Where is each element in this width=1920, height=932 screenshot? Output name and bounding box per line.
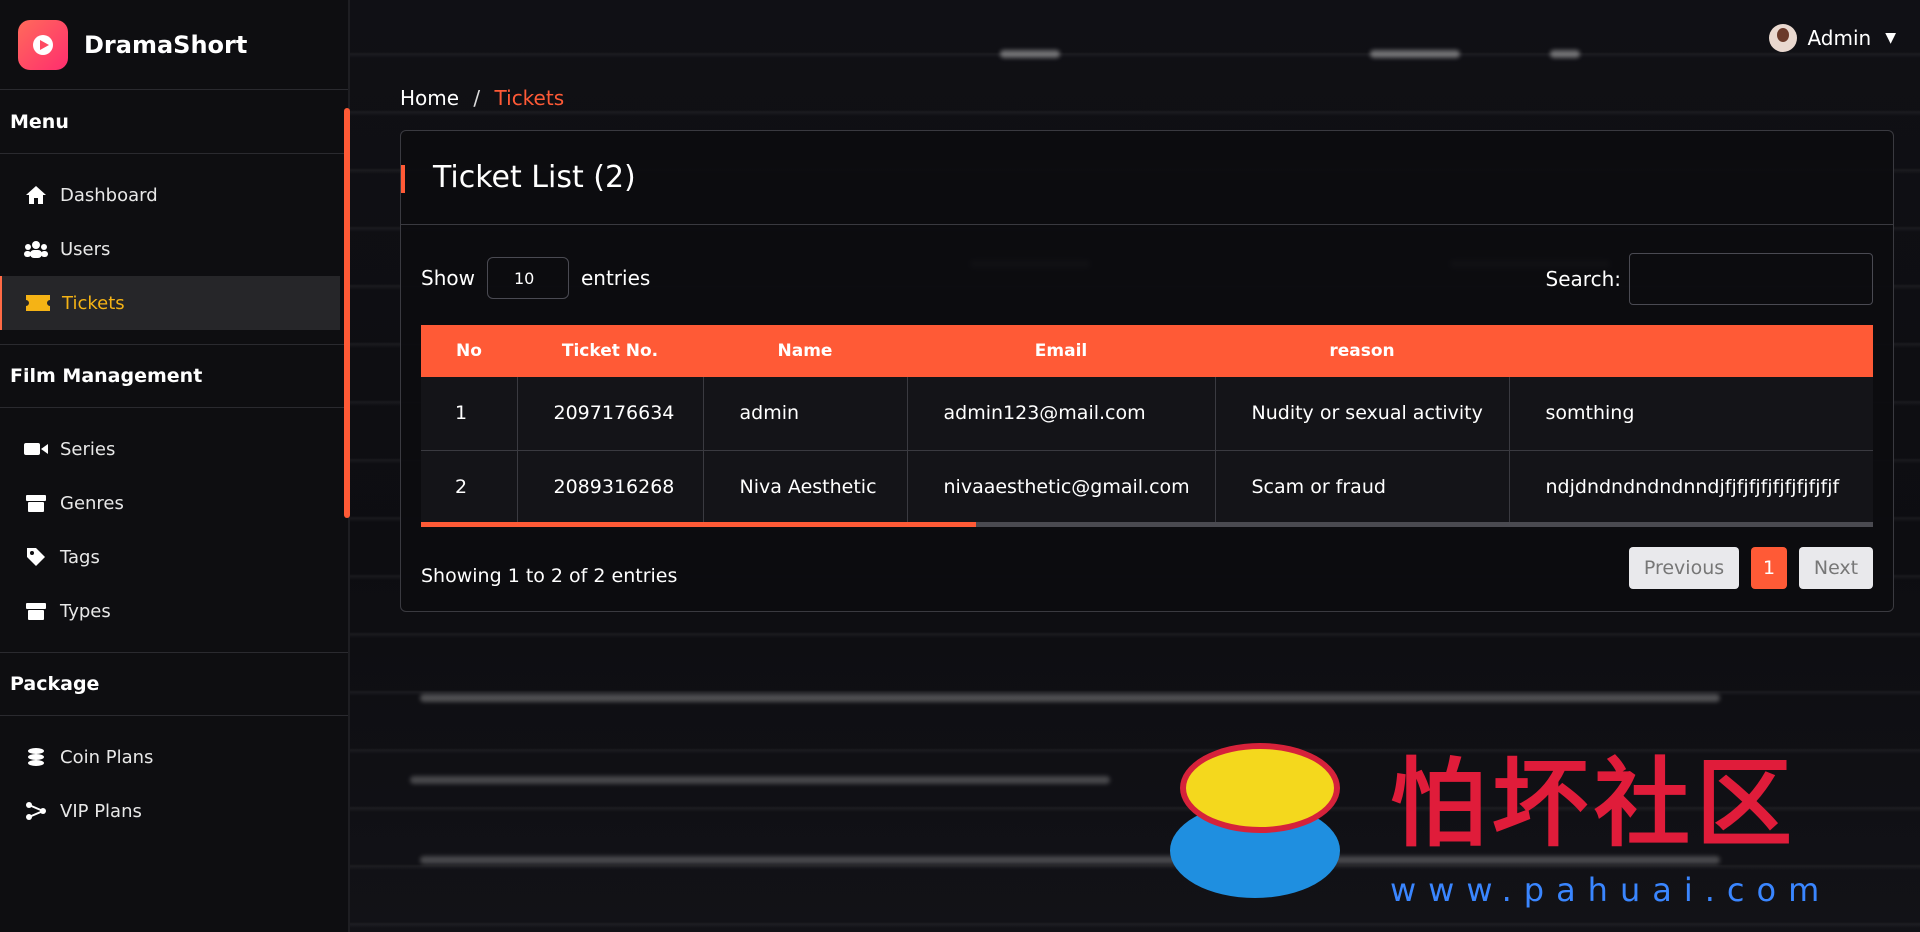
brand-logo-icon — [18, 19, 68, 70]
column-header-reason[interactable]: reason — [1215, 325, 1509, 377]
watermark-logo-icon — [1170, 733, 1370, 903]
brand[interactable]: DramaShort — [0, 0, 348, 90]
sidebar-section-package: Package — [0, 652, 348, 716]
card-header: Ticket List (2) — [401, 131, 1893, 225]
sidebar-item-types[interactable]: Types — [0, 584, 340, 638]
box-icon — [22, 493, 50, 513]
ticket-list-card: Ticket List (2) Show 10 entries Search: … — [400, 130, 1894, 612]
cell-ticket-no: 2089316268 — [517, 450, 704, 523]
sidebar-item-label: Series — [60, 438, 116, 460]
watermark-url: www.pahuai.com — [1390, 871, 1832, 909]
box-icon — [22, 601, 50, 621]
cell-ticket-no: 2097176634 — [517, 377, 704, 450]
brand-name: DramaShort — [84, 30, 248, 59]
next-page-button[interactable]: Next — [1799, 547, 1873, 589]
sidebar-item-genres[interactable]: Genres — [0, 476, 340, 530]
sidebar-item-series[interactable]: Series — [0, 422, 340, 476]
tag-icon — [22, 547, 50, 567]
sidebar-item-label: Dashboard — [60, 184, 158, 206]
sidebar-item-label: VIP Plans — [60, 800, 142, 822]
sidebar-section-menu: Menu — [0, 90, 348, 154]
cell-name: admin — [703, 377, 908, 450]
column-header-no[interactable]: No — [421, 325, 517, 377]
cell-description: somthing — [1545, 402, 1635, 425]
page-length-control: Show 10 entries — [421, 257, 650, 299]
sidebar-item-tickets[interactable]: Tickets — [0, 276, 340, 330]
users-icon — [22, 239, 50, 259]
cell-no: 1 — [421, 377, 518, 450]
entries-label: entries — [580, 266, 651, 290]
page-title: Ticket List (2) — [433, 160, 636, 195]
page-length-select[interactable]: 10 — [486, 257, 569, 299]
table-header-row: No Ticket No. Name Email reason — [421, 325, 1873, 377]
cell-reason: Nudity or sexual activity — [1215, 377, 1510, 450]
column-header-email[interactable]: Email — [907, 325, 1215, 377]
page-1-button[interactable]: 1 — [1751, 547, 1787, 589]
cell-description: ndjdndndndndnndjfjfjfjfjfjfjfjfjfjf — [1545, 475, 1840, 498]
sidebar-item-label: Types — [60, 600, 111, 622]
sidebar-item-coin-plans[interactable]: Coin Plans — [0, 730, 340, 784]
title-accent — [401, 165, 405, 193]
cell-email: admin123@mail.com — [907, 377, 1216, 450]
cell-reason: Scam or fraud — [1215, 450, 1510, 523]
ticket-icon — [24, 293, 52, 313]
chevron-down-icon: ▼ — [1885, 30, 1896, 46]
tickets-table: No Ticket No. Name Email reason 1 209717… — [421, 325, 1873, 524]
sidebar-item-label: Genres — [60, 492, 124, 514]
sidebar-scrollbar[interactable] — [344, 108, 350, 518]
column-header-description[interactable] — [1509, 325, 1873, 377]
user-name: Admin — [1807, 26, 1872, 50]
watermark-text: 怕坏社区 — [1390, 747, 1798, 860]
video-icon — [22, 439, 50, 459]
previous-page-button[interactable]: Previous — [1629, 547, 1739, 589]
search-control: Search: — [1546, 253, 1873, 305]
avatar — [1769, 24, 1798, 52]
user-menu[interactable]: Admin ▼ — [1769, 24, 1896, 52]
sidebar-item-tags[interactable]: Tags — [0, 530, 340, 584]
sidebar-item-label: Coin Plans — [60, 746, 154, 768]
sidebar-item-dashboard[interactable]: Dashboard — [0, 168, 340, 222]
table-row[interactable]: 2 2089316268 Niva Aesthetic nivaaestheti… — [421, 450, 1873, 523]
coins-icon — [22, 747, 50, 767]
home-icon — [22, 185, 50, 205]
show-label: Show — [421, 266, 475, 290]
search-label: Search: — [1545, 267, 1621, 291]
column-header-name[interactable]: Name — [703, 325, 907, 377]
sidebar-section-film-management: Film Management — [0, 344, 348, 408]
cell-no: 2 — [421, 450, 518, 523]
search-input[interactable] — [1629, 253, 1873, 305]
pagination: Previous 1 Next — [1629, 547, 1873, 589]
sidebar-item-label: Tags — [60, 546, 100, 568]
breadcrumb-home[interactable]: Home — [400, 86, 459, 110]
table-row[interactable]: 1 2097176634 admin admin123@mail.com Nud… — [421, 377, 1873, 450]
breadcrumb-separator: / — [473, 86, 481, 110]
sidebar-item-label: Users — [60, 238, 111, 260]
table-info: Showing 1 to 2 of 2 entries — [421, 565, 678, 587]
sidebar-item-label: Tickets — [62, 292, 125, 314]
column-header-ticket-no[interactable]: Ticket No. — [517, 325, 703, 377]
sidebar: DramaShort Menu Dashboard Users Tickets … — [0, 0, 350, 932]
watermark: 怕坏社区 www.pahuai.com — [1170, 726, 1831, 909]
sidebar-item-users[interactable]: Users — [0, 222, 340, 276]
table-controls: Show 10 entries Search: — [401, 225, 1893, 325]
cell-name: Niva Aesthetic — [703, 450, 908, 523]
table-horizontal-scrollbar[interactable] — [421, 522, 1873, 527]
cell-email: nivaaesthetic@gmail.com — [907, 450, 1216, 523]
breadcrumb: Home / Tickets — [400, 86, 564, 110]
breadcrumb-current: Tickets — [494, 86, 565, 110]
share-icon — [22, 801, 50, 821]
scrollbar-thumb[interactable] — [421, 522, 976, 527]
sidebar-item-vip-plans[interactable]: VIP Plans — [0, 784, 340, 838]
